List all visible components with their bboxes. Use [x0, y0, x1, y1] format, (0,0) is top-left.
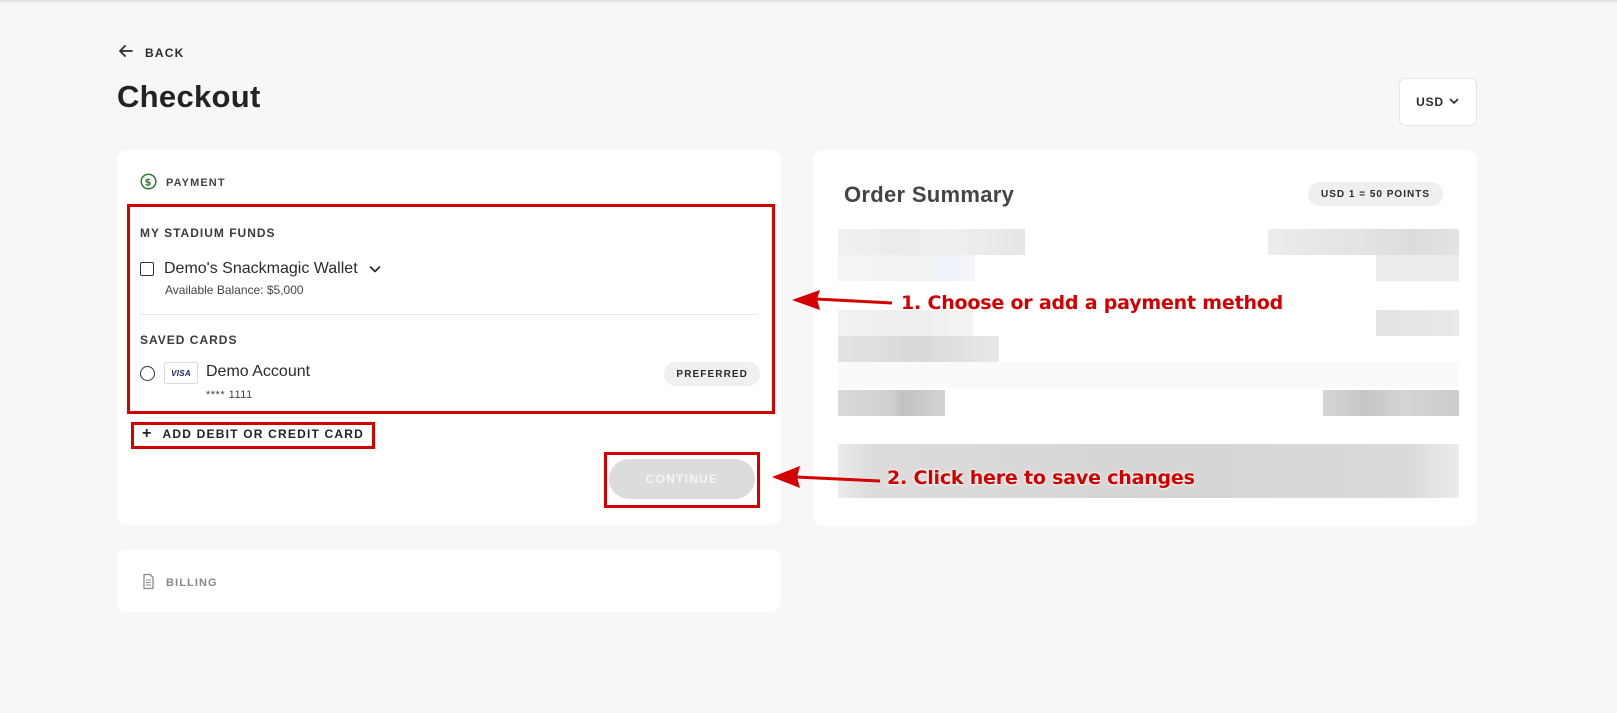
- annotation-arrow-2: [772, 466, 881, 488]
- back-link[interactable]: BACK: [117, 42, 184, 63]
- divider: [140, 314, 757, 315]
- saved-cards-label: SAVED CARDS: [140, 333, 238, 347]
- chevron-down-icon[interactable]: [368, 262, 382, 276]
- chevron-down-icon: [1448, 95, 1460, 110]
- blurred-content: [1268, 229, 1459, 255]
- wallet-balance: Available Balance: $5,000: [165, 283, 304, 297]
- annotation-arrow-1: [792, 290, 893, 310]
- blurred-content: [838, 229, 1025, 255]
- saved-card-row[interactable]: VISA Demo Account **** 1111 PREFERRED: [140, 362, 760, 412]
- page-title: Checkout: [117, 79, 261, 114]
- saved-card-name: Demo Account: [206, 363, 311, 380]
- add-card-button[interactable]: + ADD DEBIT OR CREDIT CARD: [142, 425, 365, 442]
- payment-label: PAYMENT: [166, 177, 226, 189]
- rate-badge: USD 1 = 50 POINTS: [1308, 182, 1443, 206]
- billing-label: BILLING: [166, 577, 218, 589]
- payment-section: $ PAYMENT MY STADIUM FUNDS Demo's Snackm…: [117, 150, 781, 525]
- summary-title: Order Summary: [844, 182, 1015, 207]
- wallet-option[interactable]: Demo's Snackmagic Wallet: [140, 260, 382, 278]
- arrow-left-icon: [117, 42, 135, 63]
- back-label: BACK: [145, 45, 185, 60]
- blurred-content: [1376, 255, 1459, 281]
- billing-header: BILLING: [140, 573, 218, 593]
- add-card-label: ADD DEBIT OR CREDIT CARD: [162, 427, 365, 441]
- saved-card-number: **** 1111: [206, 389, 253, 401]
- svg-text:$: $: [144, 177, 152, 188]
- annotation-step-1: 1. Choose or add a payment method: [901, 292, 1284, 314]
- preferred-badge: PREFERRED: [664, 362, 760, 386]
- annotation-step-2: 2. Click here to save changes: [887, 467, 1195, 489]
- plus-icon: +: [142, 425, 153, 442]
- blurred-content: [1376, 310, 1459, 336]
- billing-section[interactable]: BILLING: [117, 549, 781, 612]
- stadium-funds-label: MY STADIUM FUNDS: [140, 226, 276, 240]
- wallet-name: Demo's Snackmagic Wallet: [164, 260, 358, 277]
- payment-header: $ PAYMENT: [140, 173, 226, 193]
- blurred-content: [838, 255, 975, 281]
- visa-logo-icon: VISA: [164, 362, 198, 384]
- blurred-content: [838, 362, 1459, 388]
- blurred-content: [1323, 390, 1459, 416]
- saved-card-radio[interactable]: [140, 366, 155, 381]
- currency-value: USD: [1416, 95, 1444, 109]
- dollar-circle-icon: $: [140, 173, 157, 193]
- continue-button[interactable]: CONTINUE: [609, 459, 755, 499]
- document-icon: [140, 573, 157, 593]
- wallet-checkbox[interactable]: [140, 262, 154, 276]
- blurred-content: [838, 390, 945, 416]
- blurred-content: [838, 336, 999, 362]
- currency-select[interactable]: USD: [1399, 78, 1477, 126]
